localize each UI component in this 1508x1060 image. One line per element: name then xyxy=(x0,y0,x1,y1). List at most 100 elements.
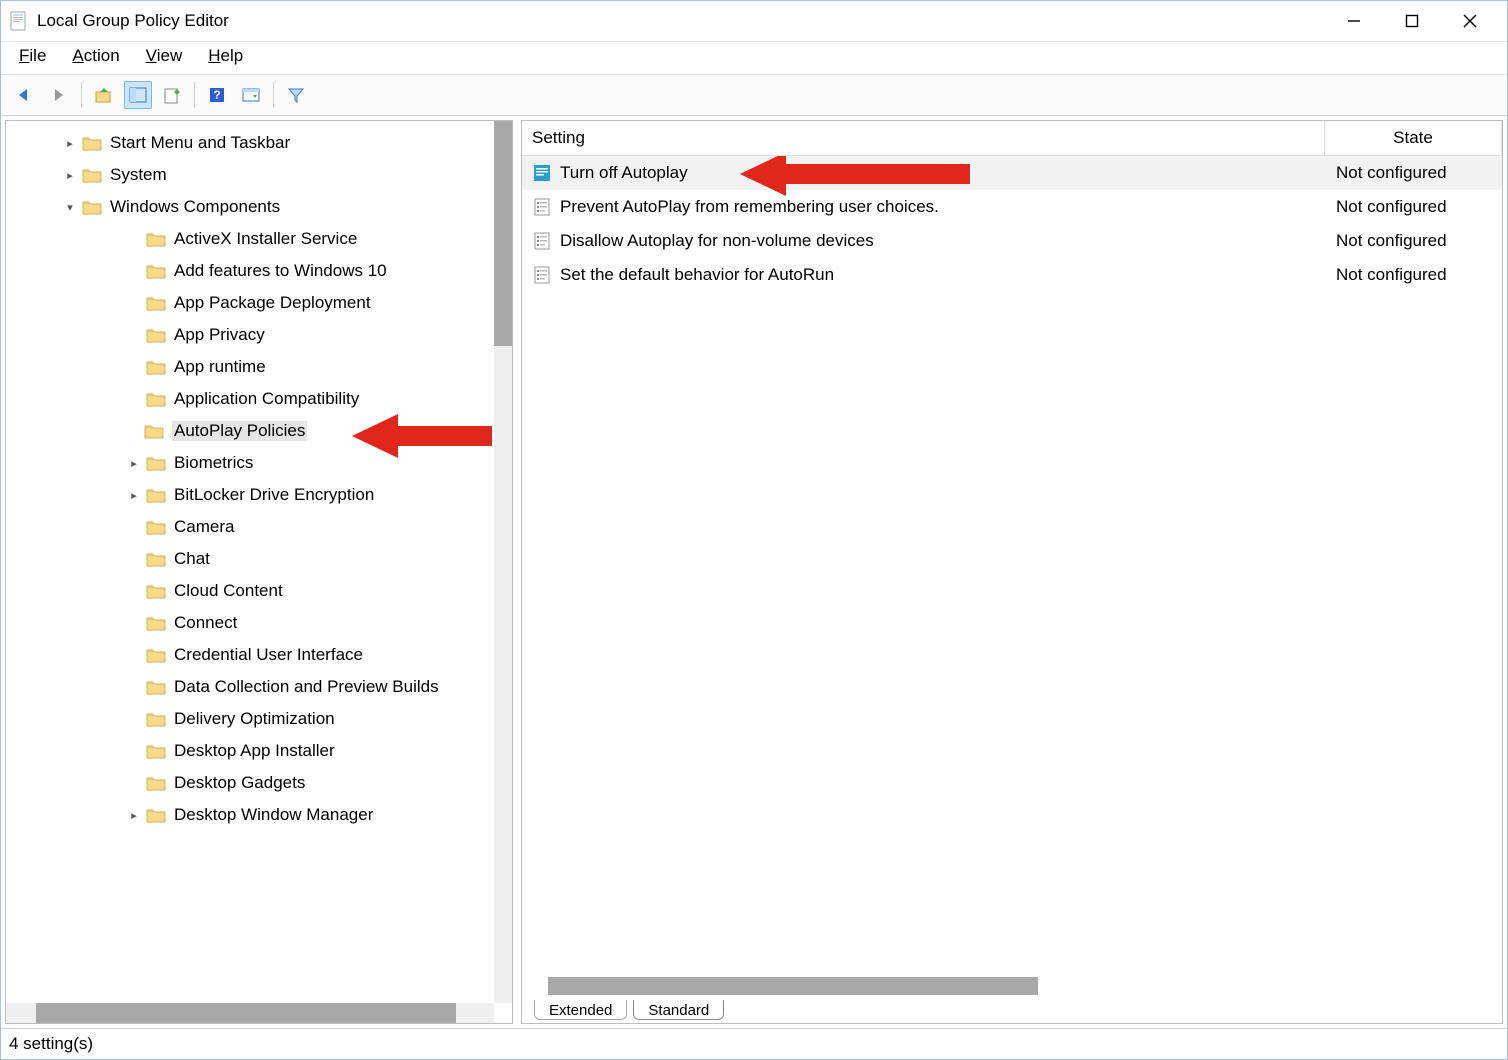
tree-item-label: Desktop Window Manager xyxy=(174,805,373,825)
forward-button[interactable] xyxy=(45,81,73,109)
filter-button[interactable] xyxy=(282,81,310,109)
tree-hscroll-thumb[interactable] xyxy=(36,1003,456,1023)
tree-vscroll-thumb[interactable] xyxy=(494,121,512,346)
tree-item[interactable]: ▸Biometrics xyxy=(6,447,512,479)
tree-item-label: Cloud Content xyxy=(174,581,283,601)
export-button[interactable] xyxy=(158,81,186,109)
tree-item[interactable]: Connect xyxy=(6,607,512,639)
tree-item[interactable]: Camera xyxy=(6,511,512,543)
tab-extended[interactable]: Extended xyxy=(534,1000,627,1020)
tree-item-label: App Package Deployment xyxy=(174,293,371,313)
options-button[interactable] xyxy=(237,81,265,109)
settings-list[interactable]: Turn off Autoplay Not configured Prevent A… xyxy=(522,156,1502,1001)
tree-item[interactable]: ▾ Windows Components xyxy=(6,191,512,223)
tree-item[interactable]: Credential User Interface xyxy=(6,639,512,671)
tree-item-label: App runtime xyxy=(174,357,266,377)
tree-item[interactable]: Add features to Windows 10 xyxy=(6,255,512,287)
tree-item[interactable]: AutoPlay Policies xyxy=(6,415,512,447)
setting-state: Not configured xyxy=(1326,265,1502,285)
setting-state: Not configured xyxy=(1326,231,1502,251)
column-setting[interactable]: Setting xyxy=(522,121,1325,155)
tree-item-label: Desktop App Installer xyxy=(174,741,335,761)
setting-state: Not configured xyxy=(1326,197,1502,217)
tab-standard[interactable]: Standard xyxy=(633,1000,724,1020)
titlebar[interactable]: Local Group Policy Editor xyxy=(1,1,1507,42)
tree-item[interactable]: Chat xyxy=(6,543,512,575)
tree-item[interactable]: Delivery Optimization xyxy=(6,703,512,735)
expander-icon[interactable]: ▸ xyxy=(126,489,142,502)
expander-icon[interactable]: ▸ xyxy=(126,457,142,470)
view-tabs: Extended Standard xyxy=(522,1001,1502,1023)
setting-name: Set the default behavior for AutoRun xyxy=(560,265,834,285)
column-state[interactable]: State xyxy=(1325,121,1502,155)
tree-item[interactable]: ▸ BitLocker Drive Encryption xyxy=(6,479,512,511)
tree-vscroll-track[interactable] xyxy=(494,121,512,1003)
tree-item-label: App Privacy xyxy=(174,325,265,345)
tree-item[interactable]: ▸ Desktop Window Manager xyxy=(6,799,512,831)
tree-item-label: Windows Components xyxy=(110,197,280,217)
settings-row[interactable]: Turn off Autoplay Not configured xyxy=(522,156,1502,190)
list-hscroll-thumb[interactable] xyxy=(548,977,1038,995)
minimize-button[interactable] xyxy=(1325,3,1383,39)
svg-text:?: ? xyxy=(213,88,220,102)
expander-icon[interactable]: ▾ xyxy=(62,201,78,214)
menu-help[interactable]: Help xyxy=(208,46,243,66)
tree-item-label: Desktop Gadgets xyxy=(174,773,305,793)
tree-item[interactable]: ActiveX Installer Service xyxy=(6,223,512,255)
tree-item[interactable]: Application Compatibility xyxy=(6,383,512,415)
folder-icon xyxy=(146,551,166,567)
settings-row[interactable]: Disallow Autoplay for non-volume devices… xyxy=(522,224,1502,258)
folder-icon xyxy=(146,231,166,247)
tree-item[interactable]: App runtime xyxy=(6,351,512,383)
settings-pane: Setting State Turn off Autoplay Not confi… xyxy=(521,120,1503,1024)
tree-item-label: ActiveX Installer Service xyxy=(174,229,357,249)
policy-icon xyxy=(532,163,552,183)
tree-item[interactable]: Desktop Gadgets xyxy=(6,767,512,799)
help-button[interactable]: ? xyxy=(203,81,231,109)
folder-icon xyxy=(82,199,102,215)
tree-item-label: Chat xyxy=(174,549,210,569)
tree-item[interactable]: Desktop App Installer xyxy=(6,735,512,767)
tree-item[interactable]: Data Collection and Preview Builds xyxy=(6,671,512,703)
folder-icon xyxy=(146,807,166,823)
setting-name: Disallow Autoplay for non-volume devices xyxy=(560,231,874,251)
back-button[interactable] xyxy=(11,81,39,109)
tree-item[interactable]: App Package Deployment xyxy=(6,287,512,319)
up-button[interactable] xyxy=(90,81,118,109)
tree-item[interactable]: ▸ System xyxy=(6,159,512,191)
tree-item-label: System xyxy=(110,165,167,185)
menubar: File Action View Help xyxy=(1,42,1507,75)
tree-item-label: BitLocker Drive Encryption xyxy=(174,485,374,505)
folder-icon xyxy=(146,295,166,311)
show-hide-tree-button[interactable] xyxy=(124,81,152,109)
tree-item[interactable]: Cloud Content xyxy=(6,575,512,607)
folder-icon xyxy=(146,327,166,343)
policy-icon xyxy=(532,231,552,251)
setting-name: Prevent AutoPlay from remembering user c… xyxy=(560,197,939,217)
tree-item[interactable]: App Privacy xyxy=(6,319,512,351)
setting-name: Turn off Autoplay xyxy=(560,163,688,183)
policy-tree[interactable]: ▸ Start Menu and Taskbar ▸ System ▾ Windows C… xyxy=(6,121,512,1023)
expander-icon[interactable]: ▸ xyxy=(126,809,142,822)
folder-icon xyxy=(146,455,166,471)
menu-file[interactable]: File xyxy=(19,46,46,66)
setting-state: Not configured xyxy=(1326,163,1502,183)
tree-item[interactable]: ▸ Start Menu and Taskbar xyxy=(6,127,512,159)
folder-icon xyxy=(146,679,166,695)
settings-row[interactable]: Prevent AutoPlay from remembering user c… xyxy=(522,190,1502,224)
expander-icon[interactable]: ▸ xyxy=(62,137,78,150)
tree-item-label: AutoPlay Policies xyxy=(172,421,307,441)
tree-hscroll-track[interactable] xyxy=(6,1003,494,1023)
folder-icon xyxy=(146,583,166,599)
toolbar: ? xyxy=(1,75,1507,116)
policy-icon xyxy=(532,265,552,285)
close-button[interactable] xyxy=(1441,3,1499,39)
tree-item-label: Start Menu and Taskbar xyxy=(110,133,290,153)
menu-view[interactable]: View xyxy=(146,46,183,66)
maximize-button[interactable] xyxy=(1383,3,1441,39)
settings-row[interactable]: Set the default behavior for AutoRun Not … xyxy=(522,258,1502,292)
expander-icon[interactable]: ▸ xyxy=(62,169,78,182)
menu-action[interactable]: Action xyxy=(72,46,119,66)
window-title: Local Group Policy Editor xyxy=(37,11,1325,31)
tree-item-label: Application Compatibility xyxy=(174,389,359,409)
